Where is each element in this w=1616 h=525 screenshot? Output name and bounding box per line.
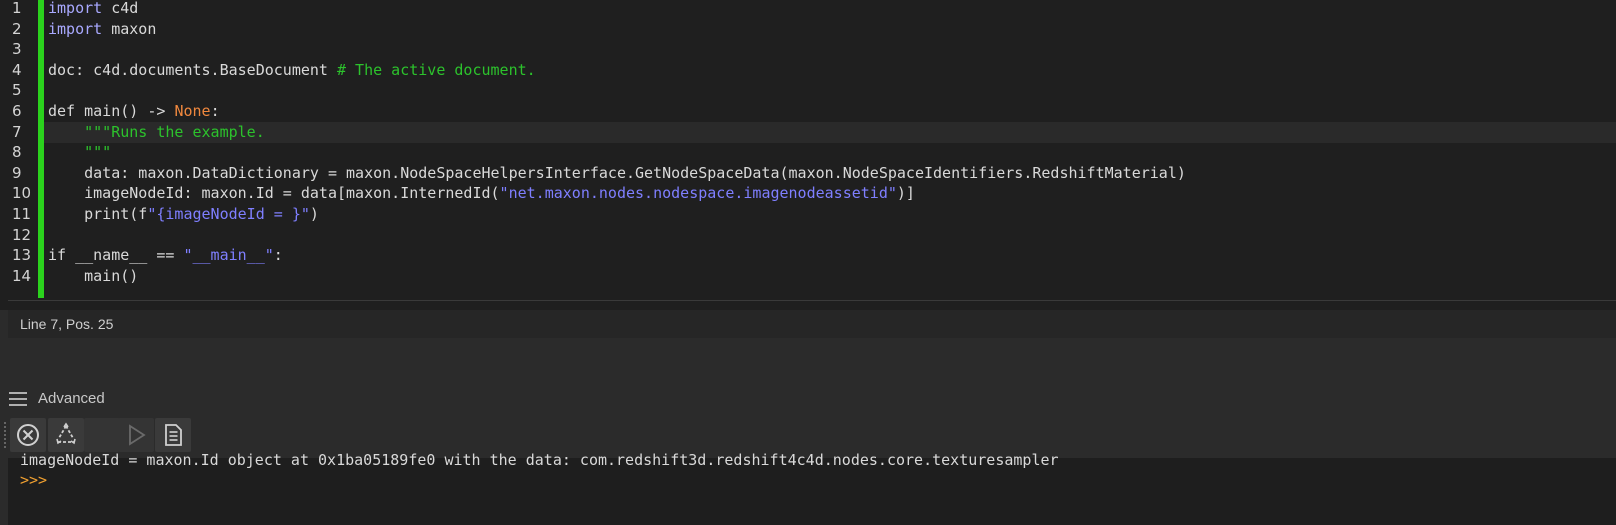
line-number: 2 xyxy=(12,19,22,38)
code-token: )] xyxy=(896,184,915,203)
code-line[interactable] xyxy=(44,39,1616,60)
code-token: def main() -> xyxy=(48,102,175,120)
code-line[interactable]: import c4d xyxy=(44,0,1616,19)
code-line[interactable] xyxy=(44,225,1616,246)
cursor-position-text: Line 7, Pos. 25 xyxy=(20,316,114,332)
line-number: 4 xyxy=(12,60,22,79)
line-number: 10 xyxy=(12,184,32,203)
code-token: : xyxy=(273,246,283,265)
script-manager-window: 1 2 3 4 5 6 7 8 9 10 11 12 13 14 import c4d import max… xyxy=(0,0,1616,525)
line-number: 12 xyxy=(12,225,32,244)
blank-button[interactable] xyxy=(84,418,120,452)
code-token: None xyxy=(174,102,211,120)
line-number: 7 xyxy=(12,122,22,141)
code-token: print(f xyxy=(48,205,148,223)
code-token: main() xyxy=(48,266,139,285)
run-button[interactable] xyxy=(118,418,154,452)
code-token: if __name__ == xyxy=(48,246,184,265)
line-number: 8 xyxy=(12,143,22,162)
code-line[interactable]: """ xyxy=(44,142,1616,163)
code-token: c4d xyxy=(102,0,139,17)
play-icon xyxy=(129,424,146,446)
code-token: import xyxy=(48,0,103,17)
code-line[interactable]: import maxon xyxy=(44,19,1616,40)
code-token: """ xyxy=(84,143,112,162)
code-token: : xyxy=(210,102,220,120)
code-editor[interactable]: 1 2 3 4 5 6 7 8 9 10 11 12 13 14 import c4d import max… xyxy=(0,0,1616,310)
document-button[interactable] xyxy=(155,418,191,452)
code-token: maxon xyxy=(102,19,157,38)
code-line[interactable]: print(f"{imageNodeId = }") xyxy=(44,204,1616,225)
code-line[interactable]: doc: c4d.documents.BaseDocument # The ac… xyxy=(44,60,1616,81)
code-line[interactable]: imageNodeId: maxon.Id = data[maxon.Inter… xyxy=(44,183,1616,204)
line-number: 11 xyxy=(12,205,32,223)
code-token: data: maxon.DataDictionary = maxon.NodeS… xyxy=(48,163,1186,182)
line-number-gutter: 1 2 3 4 5 6 7 8 9 10 11 12 13 14 xyxy=(0,0,38,300)
code-line[interactable] xyxy=(44,80,1616,101)
document-icon xyxy=(165,424,182,446)
clear-console-button[interactable] xyxy=(10,418,46,452)
editor-divider xyxy=(8,300,1616,301)
line-number: 14 xyxy=(12,266,32,285)
console-toolbar xyxy=(0,415,1616,455)
console-output-line: imageNodeId = maxon.Id object at 0x1ba05… xyxy=(20,451,1059,469)
console-panel-header: Advanced xyxy=(0,384,1616,414)
code-line[interactable]: if __name__ == "__main__": xyxy=(44,245,1616,266)
circle-x-icon xyxy=(17,424,39,446)
code-token: import xyxy=(48,19,103,38)
code-line[interactable]: def main() -> None: xyxy=(44,101,1616,122)
code-line[interactable]: main() xyxy=(44,266,1616,287)
line-number: 9 xyxy=(12,163,22,182)
line-number: 6 xyxy=(12,102,22,120)
code-line[interactable]: data: maxon.DataDictionary = maxon.NodeS… xyxy=(44,163,1616,184)
code-line[interactable]: """Runs the example. xyxy=(44,121,1616,143)
console-output[interactable]: imageNodeId = maxon.Id object at 0x1ba05… xyxy=(8,451,1616,525)
code-token: "{imageNodeId = }" xyxy=(147,205,310,223)
code-token: # The active document. xyxy=(336,60,536,79)
code-token: "__main__" xyxy=(183,246,274,265)
recycle-button[interactable] xyxy=(48,418,84,452)
line-number: 1 xyxy=(12,0,22,17)
line-number: 5 xyxy=(12,81,22,100)
code-token: ) xyxy=(309,205,319,223)
line-number: 3 xyxy=(12,40,22,59)
code-token: imageNodeId: maxon.Id = data[maxon.Inter… xyxy=(48,184,500,203)
code-token: "net.maxon.nodes.nodespace.imagenodeasse… xyxy=(499,184,897,203)
line-number: 13 xyxy=(12,246,32,265)
cursor-position-status: Line 7, Pos. 25 xyxy=(8,310,1616,338)
console-prompt[interactable]: >>> xyxy=(20,470,47,491)
recycle-icon xyxy=(56,422,76,445)
code-token: doc: c4d.documents.BaseDocument xyxy=(48,60,337,79)
panel-title: Advanced xyxy=(38,390,105,407)
code-token: """Runs the example. xyxy=(84,122,265,141)
hamburger-menu-icon[interactable] xyxy=(9,392,27,406)
code-text-area[interactable]: import c4d import maxon doc: c4d.documents… xyxy=(44,0,1616,300)
toolbar-grip-handle[interactable] xyxy=(3,421,7,449)
